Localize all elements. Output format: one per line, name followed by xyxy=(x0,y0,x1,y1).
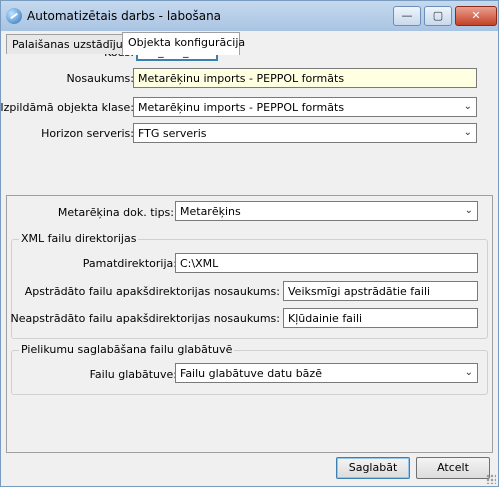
title-bar[interactable]: Automatizētais darbs - labošana — ▢ ✕ xyxy=(1,1,498,31)
tab-objekta-konfiguracija[interactable]: Objekta konfigurācija xyxy=(122,32,245,55)
serveris-label: Horizon serveris: xyxy=(41,127,134,140)
chevron-down-icon[interactable]: ⌄ xyxy=(465,205,473,216)
pamatdir-field[interactable]: C:\XML xyxy=(175,253,478,273)
xml-dirs-group-title: XML failu direktorijas xyxy=(19,232,139,245)
save-button[interactable]: Saglabāt xyxy=(336,457,410,479)
chevron-down-icon[interactable]: ⌄ xyxy=(464,127,472,138)
apstradato-field[interactable]: Veiksmīgi apstrādātie faili xyxy=(283,281,478,301)
maximize-button[interactable]: ▢ xyxy=(424,6,452,26)
tab-panel: Metarēķina dok. tips: Metarēķins ⌄ XML f… xyxy=(6,195,493,453)
klase-select[interactable]: Metarēķinu imports - PEPPOL formāts ⌄ xyxy=(133,97,477,117)
neapstradato-label: Neapstrādāto failu apakšdirektorijas nos… xyxy=(10,312,280,325)
glabatuve-value: Failu glabātuve datu bāzē xyxy=(180,367,322,380)
klase-label: Izpildāmā objekta klase: xyxy=(0,101,134,114)
serveris-select[interactable]: FTG serveris ⌄ xyxy=(133,123,477,143)
glabatuve-label: Failu glabātuve: xyxy=(89,368,177,381)
dialog-window: Automatizētais darbs - labošana — ▢ ✕ Ko… xyxy=(0,0,499,487)
close-button[interactable]: ✕ xyxy=(455,6,497,26)
tab-palaisanas[interactable]: Palaišanas uzstādījumi xyxy=(6,34,137,54)
xml-dirs-group: XML failu direktorijas Pamatdirektorija:… xyxy=(10,232,488,339)
cancel-button[interactable]: Atcelt xyxy=(416,457,490,479)
klase-value: Metarēķinu imports - PEPPOL formāts xyxy=(138,101,345,114)
window-title: Automatizētais darbs - labošana xyxy=(27,9,222,23)
minimize-button[interactable]: — xyxy=(393,6,421,26)
pielikumi-group: Pielikumu saglabāšana failu glabātuvē Fa… xyxy=(11,343,488,395)
neapstradato-field[interactable]: Kļūdainie faili xyxy=(283,308,478,328)
nosaukums-label: Nosaukums: xyxy=(66,72,134,85)
doc-tips-label: Metarēķina dok. tips: xyxy=(57,206,174,219)
chevron-down-icon[interactable]: ⌄ xyxy=(465,367,473,378)
chevron-down-icon[interactable]: ⌄ xyxy=(464,101,472,112)
apstradato-label: Apstrādāto failu apakšdirektorijas nosau… xyxy=(24,285,280,298)
doc-tips-value: Metarēķins xyxy=(180,205,241,218)
app-icon xyxy=(6,8,22,24)
serveris-value: FTG serveris xyxy=(138,127,207,140)
doc-tips-select[interactable]: Metarēķins ⌄ xyxy=(175,201,478,221)
nosaukums-field[interactable]: Metarēķinu imports - PEPPOL formāts xyxy=(133,68,477,88)
pamatdir-label: Pamatdirektorija: xyxy=(82,257,177,270)
glabatuve-select[interactable]: Failu glabātuve datu bāzē ⌄ xyxy=(175,363,478,383)
pielikumi-group-title: Pielikumu saglabāšana failu glabātuvē xyxy=(19,343,235,356)
dialog-body: Kods: MR_IMP_PEP Nosaukums: Metarēķinu i… xyxy=(0,32,493,480)
resize-grip-icon[interactable] xyxy=(486,474,496,484)
